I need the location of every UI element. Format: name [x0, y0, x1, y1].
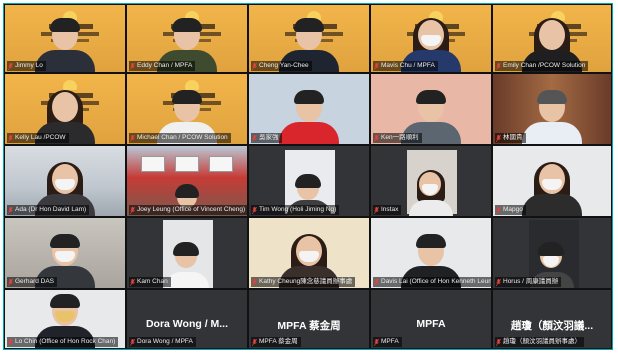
participant-name-tag: Davis Lai (Office of Hon Kenneth Leung) — [373, 277, 491, 287]
microphone-muted-icon — [374, 206, 379, 214]
participant-video — [409, 170, 453, 216]
participant-display-name: 趙瓊（顏汶羽議... — [510, 320, 594, 332]
video-tile[interactable]: Cheng Yan-Chee — [248, 4, 370, 73]
background-window — [175, 156, 199, 172]
participant-name-tag: Mapgo — [495, 205, 526, 215]
participant-name-tag: Emily Chan /PCOW Solution — [495, 61, 589, 71]
background-window — [209, 156, 233, 172]
microphone-muted-icon — [496, 338, 501, 346]
video-tile[interactable]: Kathy Cheung陳念慈議員辦事處 — [248, 217, 370, 289]
participant-name-tag: Ada (Dr Hon David Lam) — [7, 205, 90, 215]
video-tile[interactable]: Emily Chan /PCOW Solution — [492, 4, 612, 73]
microphone-muted-icon — [130, 278, 135, 286]
microphone-muted-icon — [8, 338, 13, 346]
microphone-muted-icon — [374, 338, 379, 346]
participant-name-tag: Dora Wong / MPFA — [129, 337, 196, 347]
participant-name-tag: Eddy Chan / MPFA — [129, 61, 196, 71]
microphone-muted-icon — [130, 206, 135, 214]
participant-name-tag: Ken一路順利 — [373, 133, 422, 143]
video-tile[interactable]: Gerhard DAS — [4, 217, 126, 289]
video-tile[interactable]: Joey Leung (Office of Vincent Cheng) — [126, 145, 248, 217]
participant-display-name: MPFA — [416, 318, 446, 330]
participant-name-tag: 林國貴 — [495, 133, 526, 143]
video-tile[interactable]: Horus / 周康議員辦 — [492, 217, 612, 289]
participant-display-name: MPFA 蔡金周 — [277, 320, 341, 332]
participant-name-tag: MPFA 蔡金周 — [251, 337, 301, 347]
participant-name-tag: Joey Leung (Office of Vincent Cheng) — [129, 205, 247, 215]
video-tile[interactable]: Mapgo — [492, 145, 612, 217]
video-tile[interactable]: Michael Chan / PCOW Solution — [126, 73, 248, 145]
microphone-muted-icon — [496, 134, 501, 142]
participant-name-tag: Gerhard DAS — [7, 277, 58, 287]
participant-name-tag: Mavis Chu / MPFA — [373, 61, 438, 71]
microphone-muted-icon — [252, 62, 257, 70]
participant-video — [279, 90, 339, 144]
video-tile[interactable]: Ken一路順利 — [370, 73, 492, 145]
microphone-muted-icon — [496, 278, 501, 286]
video-tile[interactable]: Mavis Chu / MPFA — [370, 4, 492, 73]
video-tile[interactable]: Davis Lai (Office of Hon Kenneth Leung) — [370, 217, 492, 289]
microphone-muted-icon — [8, 278, 13, 286]
microphone-muted-icon — [8, 62, 13, 70]
microphone-muted-icon — [8, 206, 13, 214]
microphone-muted-icon — [8, 134, 13, 142]
participant-name-tag: Lo Chin (Office of Hon Rock Chan) — [7, 337, 119, 347]
video-tile[interactable]: Lo Chin (Office of Hon Rock Chan) — [4, 289, 126, 349]
video-tile[interactable]: Jimmy Lo — [4, 4, 126, 73]
video-tile[interactable]: MPFA 蔡金周 MPFA 蔡金周 — [248, 289, 370, 349]
microphone-muted-icon — [130, 338, 135, 346]
video-tile[interactable]: MPFA MPFA — [370, 289, 492, 349]
video-tile[interactable]: Tim Wong (Holi Jiming Ng) — [248, 145, 370, 217]
microphone-muted-icon — [374, 278, 379, 286]
microphone-muted-icon — [374, 134, 379, 142]
video-tile[interactable]: Dora Wong / M... Dora Wong / MPFA — [126, 289, 248, 349]
participant-name-tag: Jimmy Lo — [7, 61, 46, 71]
video-tile[interactable]: Kam Chan — [126, 217, 248, 289]
video-tile[interactable]: Kelly Lau /PCOW — [4, 73, 126, 145]
video-tile[interactable]: Ada (Dr Hon David Lam) — [4, 145, 126, 217]
microphone-muted-icon — [252, 338, 257, 346]
video-tile[interactable]: Eddy Chan / MPFA — [126, 4, 248, 73]
video-tile[interactable]: 趙瓊（顏汶羽議... 趙瓊（顏汶羽議員辦事處） — [492, 289, 612, 349]
participant-video — [522, 90, 582, 144]
microphone-muted-icon — [496, 62, 501, 70]
participant-name-tag: Cheng Yan-Chee — [251, 61, 312, 71]
participant-display-name: Dora Wong / M... — [145, 318, 229, 330]
participant-name-tag: Horus / 周康議員辦 — [495, 277, 562, 287]
background-window — [141, 156, 165, 172]
participant-name-tag: 吳家強 — [251, 133, 282, 143]
microphone-muted-icon — [374, 62, 379, 70]
participant-name-tag: Instax — [373, 205, 402, 215]
participant-video — [165, 242, 209, 288]
participant-name-tag: Kelly Lau /PCOW — [7, 133, 69, 143]
participant-video — [522, 162, 582, 216]
microphone-muted-icon — [496, 206, 501, 214]
participant-name-tag: Kam Chan — [129, 277, 171, 287]
video-tile[interactable]: Instax — [370, 145, 492, 217]
participant-name-tag: Tim Wong (Holi Jiming Ng) — [251, 205, 340, 215]
microphone-muted-icon — [252, 206, 257, 214]
participant-name-tag: Michael Chan / PCOW Solution — [129, 133, 231, 143]
participant-name-tag: 趙瓊（顏汶羽議員辦事處） — [495, 337, 584, 347]
participant-name-tag: MPFA — [373, 337, 402, 347]
microphone-muted-icon — [130, 62, 135, 70]
microphone-muted-icon — [252, 134, 257, 142]
video-tile[interactable]: 吳家強 — [248, 73, 370, 145]
microphone-muted-icon — [130, 134, 135, 142]
microphone-muted-icon — [252, 278, 257, 286]
participant-name-tag: Kathy Cheung陳念慈議員辦事處 — [251, 277, 356, 287]
video-call-gallery: Jimmy Lo Eddy Chan / MPFA Cheng Yan-Chee… — [3, 3, 613, 350]
video-tile[interactable]: 林國貴 — [492, 73, 612, 145]
